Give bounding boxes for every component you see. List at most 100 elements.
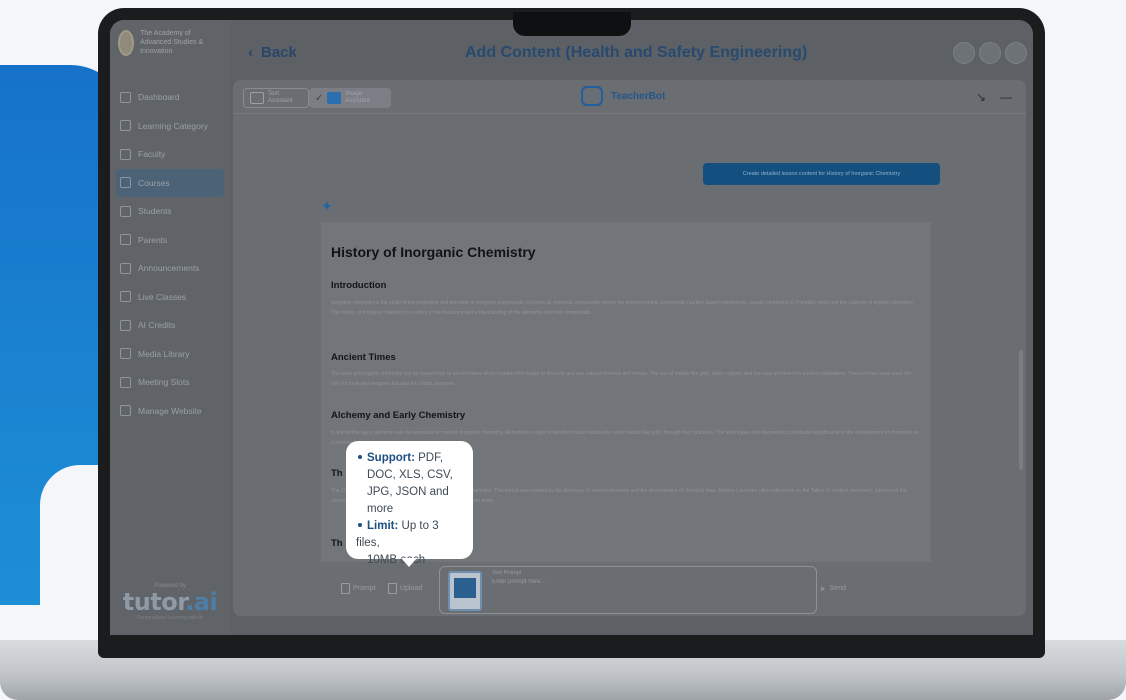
send-button[interactable]: ➤ Send bbox=[820, 585, 846, 593]
credits-icon bbox=[120, 319, 131, 331]
sidebar-item[interactable]: Dashboard bbox=[110, 83, 230, 112]
limit-text: 10MB each bbox=[367, 554, 426, 566]
org-logo-icon bbox=[118, 29, 135, 56]
prompt-button[interactable]: Prompt bbox=[341, 583, 376, 594]
sidebar-item[interactable]: Students bbox=[110, 197, 230, 226]
upload-icon bbox=[388, 583, 397, 594]
sidebar-item-label: Manage Website bbox=[138, 405, 202, 416]
sidebar-item[interactable]: Meeting Slots bbox=[110, 368, 230, 397]
scrollbar[interactable] bbox=[1019, 350, 1023, 470]
brand-prefix: tutor bbox=[122, 588, 186, 616]
lightbulb-icon[interactable] bbox=[953, 42, 975, 64]
sidebar-item[interactable]: Media Library bbox=[110, 340, 230, 369]
minimize-icon[interactable]: — bbox=[1000, 90, 1012, 104]
sidebar-item-label: Announcements bbox=[138, 263, 200, 274]
media-icon bbox=[120, 348, 131, 360]
notification-bell-icon[interactable] bbox=[979, 42, 1001, 64]
sidebar-item[interactable]: Announcements bbox=[110, 254, 230, 283]
section-heading: Alchemy and Early Chemistry bbox=[331, 410, 466, 421]
sidebar-nav: Dashboard Learning Category Faculty Courses… bbox=[110, 83, 230, 425]
sidebar-item[interactable]: Courses bbox=[116, 168, 224, 197]
grid-icon bbox=[120, 91, 131, 103]
sidebar-item-label: Media Library bbox=[138, 348, 190, 359]
sidebar-item[interactable]: Parents bbox=[110, 226, 230, 255]
sidebar-item[interactable]: AI Credits bbox=[110, 311, 230, 340]
book-icon bbox=[120, 120, 131, 132]
text-assistant-icon bbox=[250, 92, 264, 104]
bullet-icon bbox=[358, 522, 362, 527]
window-controls: ↘ — bbox=[976, 90, 1012, 104]
students-icon bbox=[120, 205, 131, 217]
section-body: Inorganic chemistry is the study of the … bbox=[331, 300, 914, 316]
sidebar-item[interactable]: Live Classes bbox=[110, 283, 230, 312]
sidebar-item[interactable]: Learning Category bbox=[110, 112, 230, 141]
sidebar-item-label: Dashboard bbox=[138, 92, 180, 103]
sidebar-item-label: Students bbox=[138, 206, 172, 217]
teacherbot-brand: TeacherBot bbox=[581, 86, 665, 106]
section-heading-partial: Th bbox=[331, 538, 343, 549]
teacherbot-modal: Text Assistant ✓ Image Assistant Teacher… bbox=[233, 80, 1026, 616]
response-title: History of Inorganic Chemistry bbox=[331, 244, 536, 260]
support-label: Support: bbox=[367, 452, 415, 464]
sidebar: The Academy of Advanced Studies & Innova… bbox=[110, 20, 230, 635]
courses-icon bbox=[120, 177, 131, 189]
sidebar-item[interactable]: Faculty bbox=[110, 140, 230, 169]
tab-text-assistant[interactable]: Text Assistant bbox=[243, 88, 309, 108]
support-text: PDF, bbox=[418, 452, 444, 464]
prompt-icon bbox=[341, 583, 350, 594]
sidebar-item-label: Faculty bbox=[138, 149, 166, 160]
back-label: Back bbox=[261, 44, 297, 61]
section-heading-partial: Th bbox=[331, 468, 343, 479]
prompt-box: Text Prompt ➤Send bbox=[439, 566, 846, 614]
sidebar-item-label: Live Classes bbox=[138, 291, 187, 302]
sidebar-item[interactable]: Manage Website bbox=[110, 397, 230, 426]
sidebar-item-label: Meeting Slots bbox=[138, 377, 190, 388]
collapse-icon[interactable]: ↘ bbox=[976, 90, 986, 104]
sparkle-icon: ✦ bbox=[321, 198, 333, 214]
video-icon bbox=[120, 291, 131, 303]
tooltip-support-line: Support: PDF, bbox=[356, 450, 463, 467]
screen: The Academy of Advanced Studies & Innova… bbox=[110, 20, 1033, 635]
sidebar-item-label: Parents bbox=[138, 234, 168, 245]
section-heading: Introduction bbox=[331, 280, 387, 291]
support-text: JPG, JSON and bbox=[367, 486, 449, 498]
prompt-button-label: Prompt bbox=[353, 585, 376, 592]
attached-file-thumbnail[interactable] bbox=[448, 571, 482, 611]
upload-button[interactable]: Upload bbox=[388, 583, 422, 594]
section-body: The roots of inorganic chemistry can be … bbox=[331, 371, 911, 387]
prompt-input[interactable] bbox=[492, 579, 692, 585]
org-name: The Academy of Advanced Studies & Innova… bbox=[140, 30, 204, 55]
laptop-bezel: The Academy of Advanced Studies & Innova… bbox=[98, 8, 1045, 658]
chevron-left-icon: ‹ bbox=[248, 44, 253, 61]
image-assistant-icon bbox=[327, 92, 342, 104]
top-actions bbox=[953, 42, 1027, 64]
tab-text-assistant-label: Text Assistant bbox=[268, 91, 293, 104]
user-message-bubble: Create detailed lesson content for Histo… bbox=[703, 163, 940, 185]
parents-icon bbox=[120, 234, 131, 246]
page-title: Add Content (Health and Safety Engineeri… bbox=[465, 44, 808, 61]
megaphone-icon bbox=[120, 262, 131, 274]
brand-suffix: .ai bbox=[185, 588, 218, 616]
thumbnail-image bbox=[454, 578, 476, 598]
prompt-field-label: Text Prompt bbox=[492, 570, 522, 576]
bullet-icon bbox=[358, 454, 362, 459]
upload-tooltip: Support: PDF, DOC, XLS, CSV, JPG, JSON a… bbox=[346, 441, 473, 567]
settings-gear-icon[interactable] bbox=[1005, 42, 1027, 64]
back-button[interactable]: ‹ Back bbox=[248, 44, 297, 61]
upload-button-label: Upload bbox=[400, 585, 423, 592]
tab-image-assistant[interactable]: ✓ Image Assistant bbox=[309, 88, 392, 108]
support-text: DOC, XLS, CSV, bbox=[367, 469, 453, 481]
sidebar-item-label: Learning Category bbox=[138, 120, 208, 131]
person-icon bbox=[120, 148, 131, 160]
powered-by: Powered by tutor.ai Personalised Learnin… bbox=[110, 583, 230, 621]
limit-label: Limit: bbox=[367, 520, 399, 532]
calendar-icon bbox=[120, 376, 131, 388]
bot-name: TeacherBot bbox=[611, 90, 666, 102]
tooltip-limit-line: Limit: Up to 3 files, bbox=[356, 518, 463, 552]
robot-icon bbox=[581, 86, 603, 106]
sidebar-item-label: AI Credits bbox=[138, 320, 176, 331]
section-heading: Ancient Times bbox=[331, 352, 396, 363]
org-logo[interactable]: The Academy of Advanced Studies & Innova… bbox=[110, 20, 230, 65]
modal-header: Text Assistant ✓ Image Assistant Teacher… bbox=[233, 80, 1026, 114]
website-icon bbox=[120, 405, 131, 417]
